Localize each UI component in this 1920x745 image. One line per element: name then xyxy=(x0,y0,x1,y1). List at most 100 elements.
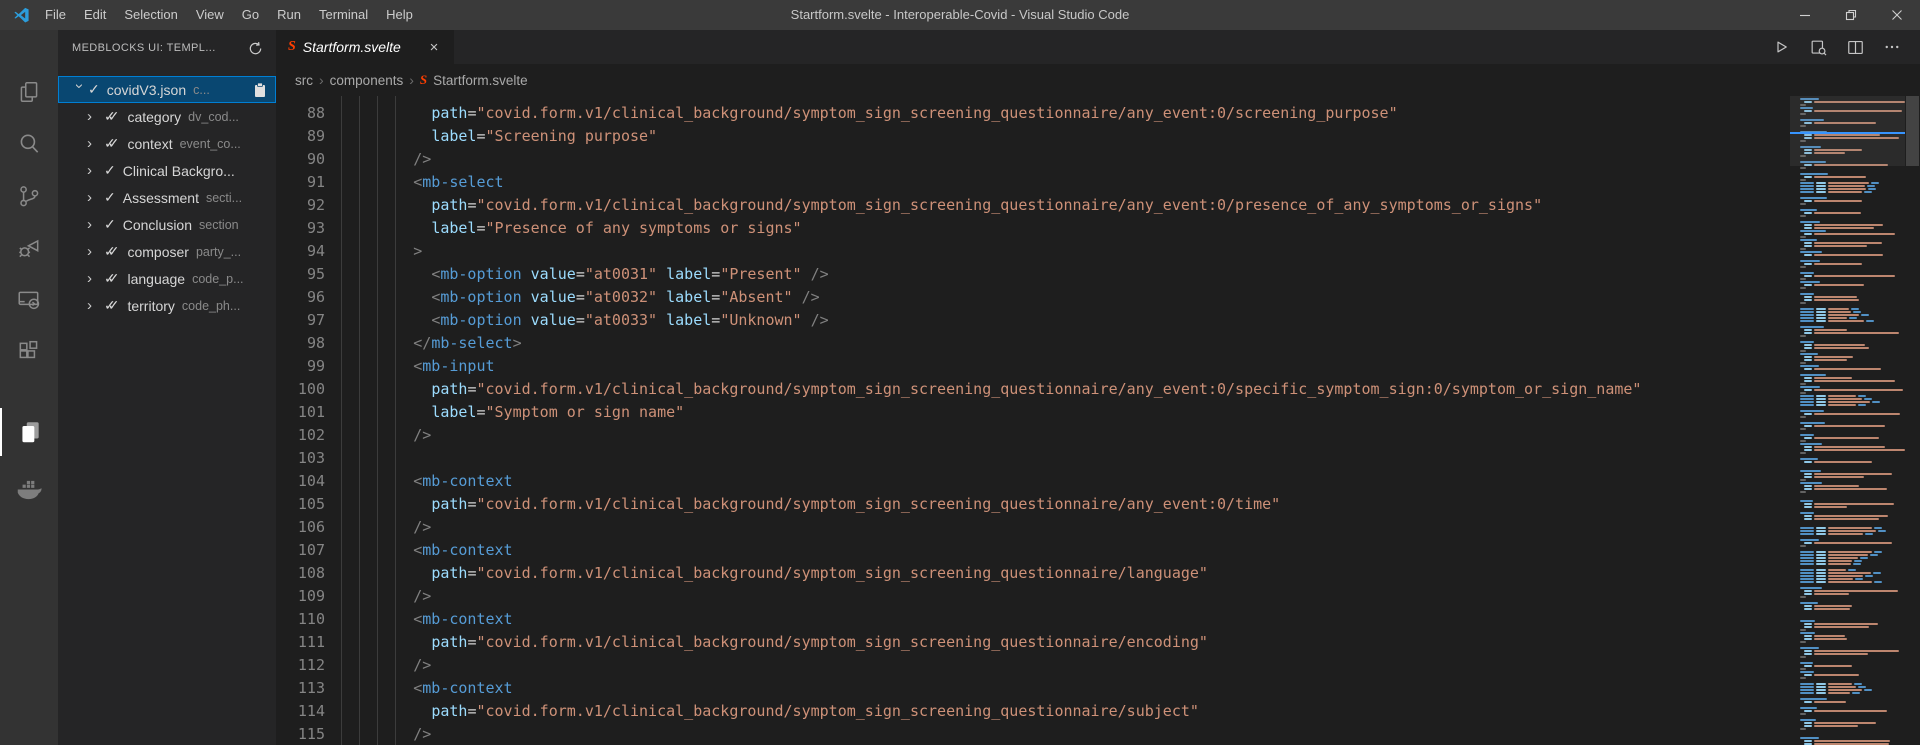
double-check-icon: ✓✓ xyxy=(104,135,120,152)
code-line[interactable]: 89 label="Screening purpose" xyxy=(276,125,1788,148)
code-line[interactable]: 90 /> xyxy=(276,148,1788,171)
code-line[interactable]: 93 label="Presence of any symptoms or si… xyxy=(276,217,1788,240)
search-editor-icon[interactable] xyxy=(1807,36,1829,58)
activity-item-extensions[interactable] xyxy=(0,328,58,376)
activity-item-source-control[interactable] xyxy=(0,172,58,220)
code-line[interactable]: 109 /> xyxy=(276,585,1788,608)
chevron-right-icon[interactable]: › xyxy=(87,136,104,151)
menu-run[interactable]: Run xyxy=(268,0,310,30)
code-line[interactable]: 108 path="covid.form.v1/clinical_backgro… xyxy=(276,562,1788,585)
close-icon[interactable] xyxy=(1874,0,1920,30)
tree-item-territory[interactable]: ›✓✓territorycode_ph... xyxy=(58,292,276,319)
refresh-icon[interactable] xyxy=(244,37,266,59)
code-line[interactable]: 111 path="covid.form.v1/clinical_backgro… xyxy=(276,631,1788,654)
tree-item-covidv3-json[interactable]: ›✓covidV3.jsonc... xyxy=(58,76,276,103)
menu-terminal[interactable]: Terminal xyxy=(310,0,377,30)
activity-item-explorer[interactable] xyxy=(0,68,58,116)
code-line[interactable]: 104 <mb-context xyxy=(276,470,1788,493)
code-line[interactable]: 110 <mb-context xyxy=(276,608,1788,631)
code-line[interactable]: 100 path="covid.form.v1/clinical_backgro… xyxy=(276,378,1788,401)
activity-item-docker[interactable] xyxy=(0,466,58,514)
code-line[interactable]: 105 path="covid.form.v1/clinical_backgro… xyxy=(276,493,1788,516)
minimap-slider[interactable] xyxy=(1790,96,1905,166)
menu-go[interactable]: Go xyxy=(233,0,268,30)
tab-bar: S Startform.svelte × xyxy=(276,30,1920,64)
menu-file[interactable]: File xyxy=(36,0,75,30)
tree-item-language[interactable]: ›✓✓languagecode_p... xyxy=(58,265,276,292)
line-number: 88 xyxy=(276,102,325,125)
activity-item-search[interactable] xyxy=(0,120,58,168)
menu-selection[interactable]: Selection xyxy=(115,0,186,30)
code-line[interactable]: 92 path="covid.form.v1/clinical_backgrou… xyxy=(276,194,1788,217)
code-line[interactable]: 88 path="covid.form.v1/clinical_backgrou… xyxy=(276,102,1788,125)
chevron-right-icon[interactable]: › xyxy=(87,244,104,259)
menu-help[interactable]: Help xyxy=(377,0,422,30)
code-line[interactable]: 107 <mb-context xyxy=(276,539,1788,562)
activity-item-run-debug[interactable] xyxy=(0,224,58,272)
remote-explorer-icon xyxy=(16,287,42,313)
explorer-icon xyxy=(16,79,42,105)
code-line[interactable]: 103 xyxy=(276,447,1788,470)
code-text: </mb-select> xyxy=(341,332,522,355)
code-line[interactable]: 106 /> xyxy=(276,516,1788,539)
breadcrumb-separator-icon: › xyxy=(319,72,324,88)
svelte-icon: S xyxy=(420,72,427,88)
line-number: 97 xyxy=(276,309,325,332)
line-number: 93 xyxy=(276,217,325,240)
minimap[interactable] xyxy=(1790,96,1905,745)
code-area[interactable]: 88 path="covid.form.v1/clinical_backgrou… xyxy=(276,96,1920,745)
breadcrumb-item[interactable]: src xyxy=(295,73,313,88)
code-text: path="covid.form.v1/clinical_background/… xyxy=(341,378,1641,401)
code-line[interactable]: 95 <mb-option value="at0031" label="Pres… xyxy=(276,263,1788,286)
chevron-right-icon[interactable]: › xyxy=(87,163,104,178)
chevron-right-icon[interactable]: › xyxy=(87,217,104,232)
code-line[interactable]: 96 <mb-option value="at0032" label="Abse… xyxy=(276,286,1788,309)
code-line[interactable]: 98 </mb-select> xyxy=(276,332,1788,355)
tab-startform-svelte[interactable]: S Startform.svelte × xyxy=(276,30,454,64)
vscode-window: FileEditSelectionViewGoRunTerminalHelp S… xyxy=(0,0,1920,745)
docker-icon xyxy=(14,475,44,505)
restore-icon[interactable] xyxy=(1828,0,1874,30)
tree-item-category[interactable]: ›✓✓categorydv_cod... xyxy=(58,103,276,130)
chevron-right-icon[interactable]: › xyxy=(87,271,104,286)
code-line[interactable]: 113 <mb-context xyxy=(276,677,1788,700)
activity-item-medblocks-ui[interactable] xyxy=(0,408,58,456)
clipboard-icon[interactable] xyxy=(253,82,267,98)
code-line[interactable]: 94 > xyxy=(276,240,1788,263)
split-editor-icon[interactable] xyxy=(1844,36,1866,58)
tree-item-conclusion[interactable]: ›✓Conclusionsection xyxy=(58,211,276,238)
more-actions-icon[interactable] xyxy=(1881,36,1903,58)
code-line[interactable]: 91 <mb-select xyxy=(276,171,1788,194)
tree-item-label: language xyxy=(127,271,185,287)
tree-item-composer[interactable]: ›✓✓composerparty_... xyxy=(58,238,276,265)
activity-item-remote-explorer[interactable] xyxy=(0,276,58,324)
code-line[interactable]: 102 /> xyxy=(276,424,1788,447)
menu-view[interactable]: View xyxy=(187,0,233,30)
line-number: 112 xyxy=(276,654,325,677)
chevron-down-icon[interactable]: › xyxy=(72,84,87,101)
chevron-right-icon[interactable]: › xyxy=(87,190,104,205)
code-text: <mb-context xyxy=(341,470,513,493)
code-line[interactable]: 99 <mb-input xyxy=(276,355,1788,378)
code-line[interactable]: 115 /> xyxy=(276,723,1788,745)
code-text: label="Presence of any symptoms or signs… xyxy=(341,217,802,240)
sidebar-title: MEDBLOCKS UI: TEMPL... xyxy=(72,42,244,54)
code-line[interactable]: 97 <mb-option value="at0033" label="Unkn… xyxy=(276,309,1788,332)
scrollbar-thumb[interactable] xyxy=(1906,96,1919,166)
chevron-right-icon[interactable]: › xyxy=(87,109,104,124)
menu-edit[interactable]: Edit xyxy=(75,0,115,30)
breadcrumb-item[interactable]: Startform.svelte xyxy=(433,73,528,88)
chevron-right-icon[interactable]: › xyxy=(87,298,104,313)
minimize-icon[interactable] xyxy=(1782,0,1828,30)
tree-item-clinical-backgro-[interactable]: ›✓Clinical Backgro... xyxy=(58,157,276,184)
line-number: 89 xyxy=(276,125,325,148)
run-icon[interactable] xyxy=(1770,36,1792,58)
editor-scrollbar[interactable] xyxy=(1905,96,1920,745)
code-line[interactable]: 101 label="Symptom or sign name" xyxy=(276,401,1788,424)
code-line[interactable]: 112 /> xyxy=(276,654,1788,677)
code-line[interactable]: 114 path="covid.form.v1/clinical_backgro… xyxy=(276,700,1788,723)
breadcrumb-item[interactable]: components xyxy=(330,73,404,88)
tree-item-context[interactable]: ›✓✓contextevent_co... xyxy=(58,130,276,157)
tab-close-icon[interactable]: × xyxy=(424,37,444,57)
tree-item-assessment[interactable]: ›✓Assessmentsecti... xyxy=(58,184,276,211)
